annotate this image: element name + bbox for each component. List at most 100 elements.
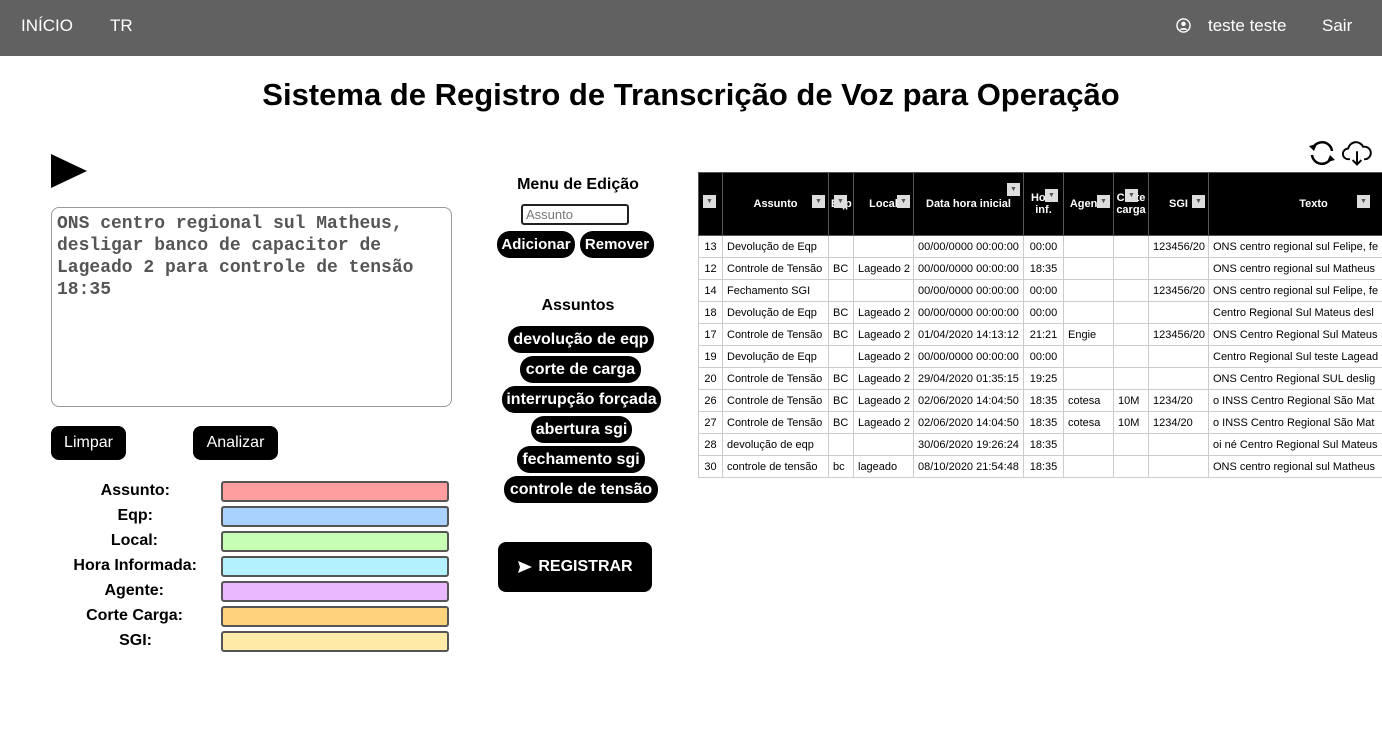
transcript-textarea[interactable]: ONS centro regional sul Matheus, desliga… xyxy=(51,207,452,407)
table-cell: 18:35 xyxy=(1023,433,1064,456)
filter-icon[interactable]: ▼ xyxy=(834,195,847,208)
table-cell: BC xyxy=(828,323,854,346)
table-cell: 26 xyxy=(698,389,723,412)
table-cell: 02/06/2020 14:04:50 xyxy=(913,389,1024,412)
table-cell: ONS centro regional sul Matheus xyxy=(1208,455,1382,478)
table-row[interactable]: 18 Devolução de Eqp BC Lageado 2 00/00/0000 … xyxy=(698,301,1382,324)
subject-controle-tensao[interactable]: controle de tensão xyxy=(504,476,658,503)
table-cell: 18:35 xyxy=(1023,455,1064,478)
table-row[interactable]: 20 Controle de Tensão BC Lageado 2 29/04/202… xyxy=(698,367,1382,390)
column-header-local[interactable]: Local ▼ xyxy=(853,172,914,236)
table-cell: o INSS Centro Regional São Mat xyxy=(1208,389,1382,412)
table-cell: 18 xyxy=(698,301,723,324)
refresh-icon[interactable] xyxy=(1307,138,1337,168)
table-cell: Controle de Tensão xyxy=(722,257,829,280)
table-cell: Lageado 2 xyxy=(853,257,914,280)
table-cell xyxy=(1113,235,1149,258)
table-cell: 123456/20 xyxy=(1148,235,1209,258)
table-cell: bc xyxy=(828,455,854,478)
field-sgi[interactable] xyxy=(221,631,449,652)
cloud-download-icon[interactable] xyxy=(1342,138,1372,168)
column-header-agente[interactable]: Agente ▼ xyxy=(1063,172,1114,236)
table-cell: 1234/20 xyxy=(1148,389,1209,412)
table-cell: BC xyxy=(828,301,854,324)
column-header-corte-carga[interactable]: Corte carga▼ xyxy=(1113,172,1149,236)
subject-interrupcao-forcada[interactable]: interrupção forçada xyxy=(502,386,661,413)
table-cell xyxy=(1113,433,1149,456)
table-cell: 1234/20 xyxy=(1148,411,1209,434)
table-cell xyxy=(1063,367,1114,390)
filter-icon[interactable]: ▼ xyxy=(1357,195,1370,208)
table-cell: 10M xyxy=(1113,389,1149,412)
table-cell: 123456/20 xyxy=(1148,279,1209,302)
add-subject-button[interactable]: Adicionar xyxy=(497,231,575,258)
table-cell: o INSS Centro Regional São Mat xyxy=(1208,411,1382,434)
table-cell: 00:00 xyxy=(1023,235,1064,258)
column-header-data-hora[interactable]: Data hora inicial ▼ xyxy=(913,172,1024,236)
filter-icon[interactable]: ▼ xyxy=(1007,183,1020,196)
field-corte-carga[interactable] xyxy=(221,606,449,627)
clear-button[interactable]: Limpar xyxy=(51,426,126,460)
table-cell: ONS Centro Regional Sul Mateus xyxy=(1208,323,1382,346)
column-header-eqp[interactable]: Eqp▼ xyxy=(828,172,854,236)
table-cell xyxy=(1063,455,1114,478)
table-cell: 00/00/0000 00:00:00 xyxy=(913,345,1024,368)
table-row[interactable]: 30 controle de tensão bc lageado 08/10/2020 … xyxy=(698,455,1382,478)
table-cell: Devolução de Eqp xyxy=(722,345,829,368)
filter-icon[interactable]: ▼ xyxy=(703,195,716,208)
table-cell: Controle de Tensão xyxy=(722,367,829,390)
play-icon[interactable] xyxy=(51,154,87,188)
table-row[interactable]: 17 Controle de Tensão BC Lageado 2 01/04/202… xyxy=(698,323,1382,346)
table-row[interactable]: 27 Controle de Tensão BC Lageado 2 02/06/202… xyxy=(698,411,1382,434)
column-header-hora-inf[interactable]: Hora inf. ▼ xyxy=(1023,172,1064,236)
table-row[interactable]: 12 Controle de Tensão BC Lageado 2 00/00/000… xyxy=(698,257,1382,280)
filter-icon[interactable]: ▼ xyxy=(812,195,825,208)
table-cell xyxy=(1063,433,1114,456)
subject-devolucao-eqp[interactable]: devolução de eqp xyxy=(508,326,654,353)
table-cell xyxy=(1113,345,1149,368)
filter-icon[interactable]: ▼ xyxy=(897,195,910,208)
table-cell: 28 xyxy=(698,433,723,456)
nav-tr-link[interactable]: TR xyxy=(110,16,133,36)
nav-home-link[interactable]: INÍCIO xyxy=(21,16,73,36)
table-cell: 18:35 xyxy=(1023,257,1064,280)
analyze-button[interactable]: Analizar xyxy=(193,426,278,460)
table-cell xyxy=(853,235,914,258)
table-cell xyxy=(828,345,854,368)
subject-fechamento-sgi[interactable]: fechamento sgi xyxy=(517,446,645,473)
column-header-id[interactable]: ▼ID xyxy=(698,172,723,236)
field-eqp[interactable] xyxy=(221,506,449,527)
column-header-texto[interactable]: Texto ▼ xyxy=(1208,172,1382,236)
table-row[interactable]: 26 Controle de Tensão BC Lageado 2 02/06/202… xyxy=(698,389,1382,412)
table-cell: 02/06/2020 14:04:50 xyxy=(913,411,1024,434)
subject-input[interactable]: Assunto xyxy=(521,204,629,225)
filter-icon[interactable]: ▼ xyxy=(1045,189,1058,202)
table-cell: 14 xyxy=(698,279,723,302)
logout-link[interactable]: Sair xyxy=(1322,16,1352,36)
subject-corte-carga[interactable]: corte de carga xyxy=(520,356,641,383)
subject-abertura-sgi[interactable]: abertura sgi xyxy=(531,416,632,443)
table-row[interactable]: 13 Devolução de Eqp 00/00/0000 00:00:00 00:… xyxy=(698,235,1382,258)
register-button[interactable]: REGISTRAR xyxy=(498,542,652,592)
field-hora-informada[interactable] xyxy=(221,556,449,577)
field-local[interactable] xyxy=(221,531,449,552)
table-row[interactable]: 14 Fechamento SGI 00/00/0000 00:00:00 00:00… xyxy=(698,279,1382,302)
filter-icon[interactable]: ▼ xyxy=(1097,195,1110,208)
field-assunto[interactable] xyxy=(221,481,449,502)
filter-icon[interactable]: ▼ xyxy=(1192,195,1205,208)
table-row[interactable]: 19 Devolução de Eqp Lageado 2 00/00/0000 00… xyxy=(698,345,1382,368)
table-cell: 17 xyxy=(698,323,723,346)
field-agente[interactable] xyxy=(221,581,449,602)
table-row[interactable]: 28 devolução de eqp 30/06/2020 19:26:24 18:… xyxy=(698,433,1382,456)
table-cell xyxy=(853,279,914,302)
top-navbar: INÍCIO TR teste teste Sair xyxy=(0,0,1382,56)
table-cell: 08/10/2020 21:54:48 xyxy=(913,455,1024,478)
table-cell xyxy=(1113,323,1149,346)
remove-subject-button[interactable]: Remover xyxy=(580,231,654,258)
user-name[interactable]: teste teste xyxy=(1208,16,1286,36)
table-cell: 00:00 xyxy=(1023,345,1064,368)
table-cell: oi né Centro Regional Sul Mateus xyxy=(1208,433,1382,456)
filter-icon[interactable]: ▼ xyxy=(1125,189,1138,202)
column-header-sgi[interactable]: SGI ▼ xyxy=(1148,172,1209,236)
column-header-assunto[interactable]: Assunto ▼ xyxy=(722,172,829,236)
